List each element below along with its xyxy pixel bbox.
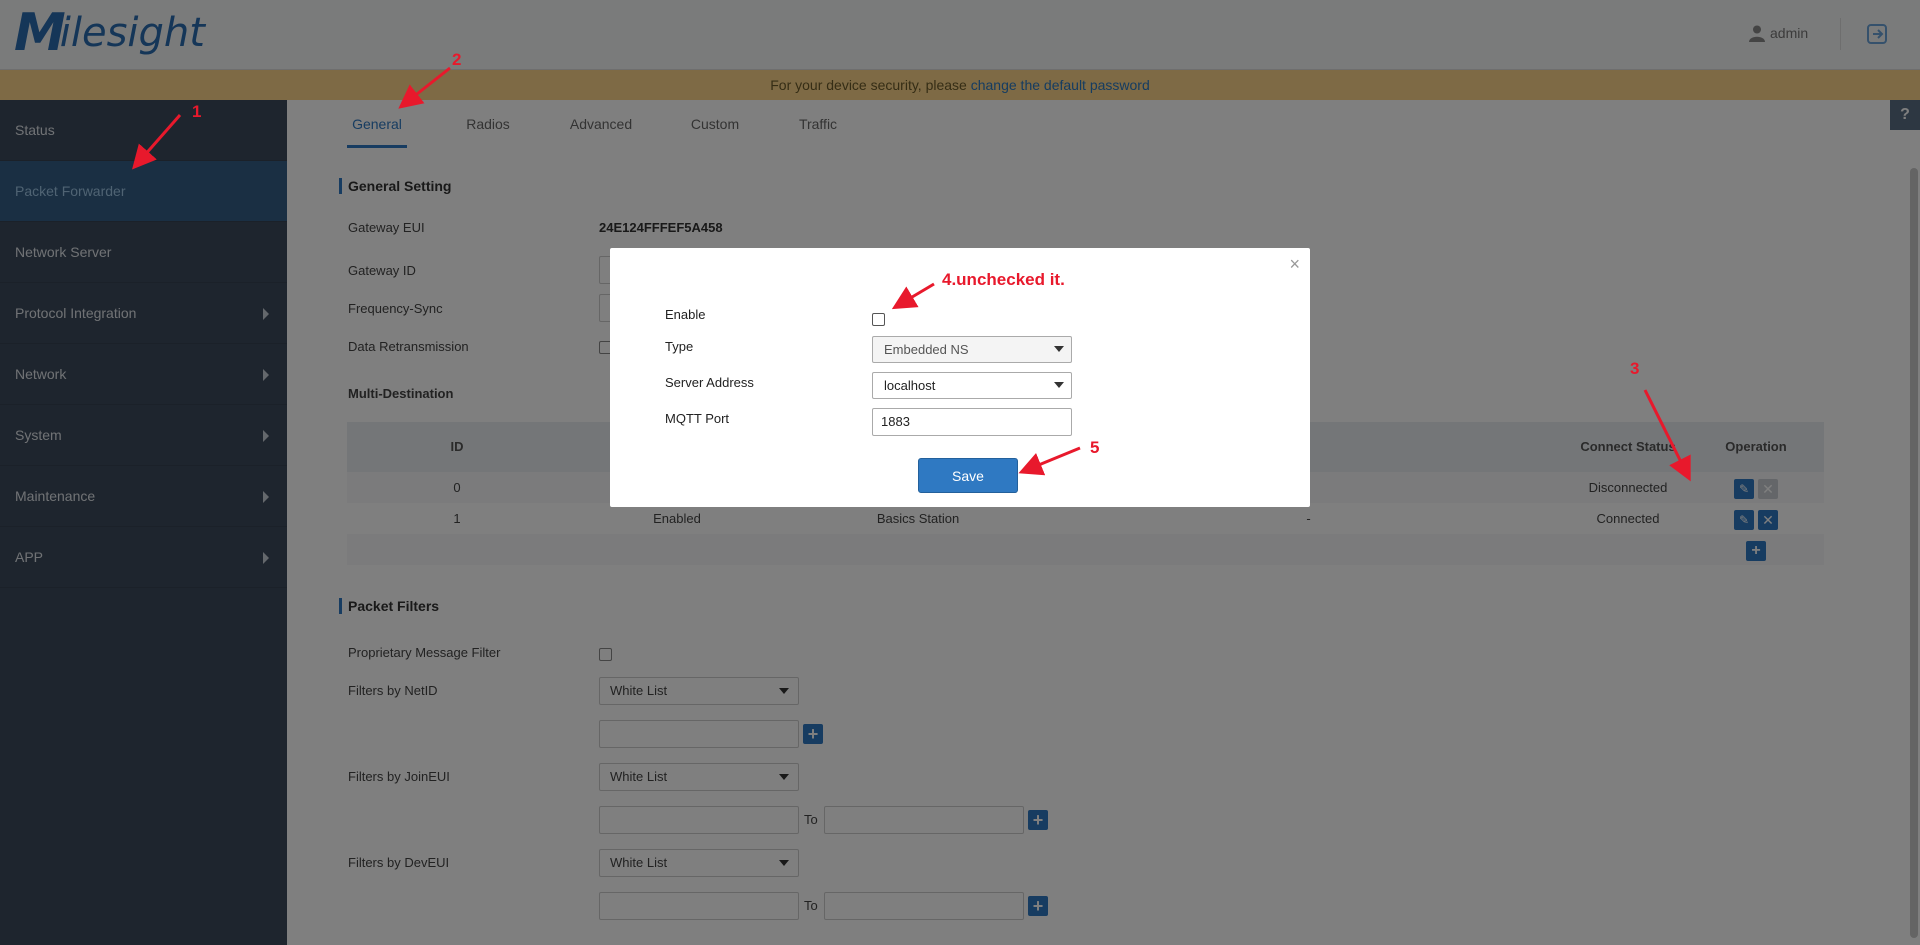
type-select[interactable]: Embedded NS — [872, 336, 1072, 363]
type-label: Type — [665, 339, 694, 354]
annotation-step-1: 1 — [192, 102, 202, 121]
close-icon[interactable]: × — [1289, 254, 1300, 275]
annotation-step-4: 4.unchecked it. — [942, 270, 1065, 289]
server-address-select[interactable]: localhost — [872, 372, 1072, 399]
mqtt-port-input[interactable]: 1883 — [872, 408, 1072, 436]
enable-label: Enable — [665, 307, 706, 322]
annotation-step-3: 3 — [1630, 359, 1640, 378]
enable-checkbox[interactable] — [872, 313, 885, 326]
server-address-label: Server Address — [665, 375, 754, 390]
annotation-step-2: 2 — [452, 50, 462, 69]
mqtt-port-label: MQTT Port — [665, 411, 730, 426]
annotation-step-5: 5 — [1090, 438, 1100, 457]
save-button[interactable]: Save — [918, 458, 1018, 493]
